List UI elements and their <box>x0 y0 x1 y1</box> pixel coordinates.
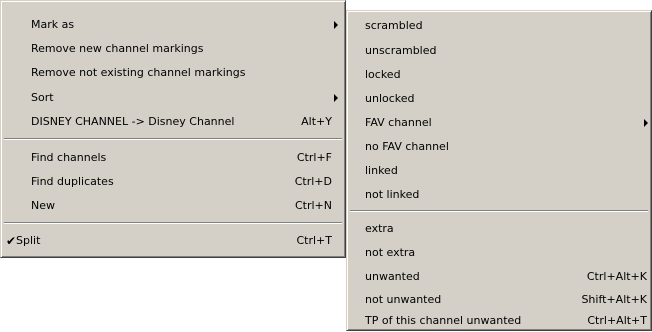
submenu-item-fav-channel[interactable]: FAV channel <box>350 112 648 134</box>
menu-item-label: unlocked <box>365 92 415 105</box>
menu-item-label: no FAV channel <box>365 140 449 153</box>
menu-item-label: scrambled <box>365 19 423 32</box>
submenu-item-extra[interactable]: extra <box>350 218 648 240</box>
checkmark-icon: ✔ <box>6 234 17 248</box>
menu-item-label: not linked <box>365 188 420 201</box>
menu-item-label: unscrambled <box>365 44 437 57</box>
menu-item-label: Find channels <box>31 151 107 164</box>
menu-item-shortcut: Ctrl+T <box>296 234 332 247</box>
menu-item-split[interactable]: ✔ Split Ctrl+T <box>4 230 342 252</box>
menu-item-find-duplicates[interactable]: Find duplicates Ctrl+D <box>4 171 342 193</box>
menu-item-find-channels[interactable]: Find channels Ctrl+F <box>4 147 342 169</box>
submenu-arrow-icon <box>334 94 338 102</box>
menu-separator <box>4 138 342 140</box>
menu-item-label: locked <box>365 68 401 81</box>
menu-item-label: not unwanted <box>365 293 442 306</box>
menu-item-label: not extra <box>365 246 416 259</box>
menu-item-shortcut: Ctrl+Alt+T <box>587 314 647 327</box>
menu-item-label: Remove not existing channel markings <box>31 66 246 79</box>
submenu-item-scrambled[interactable]: scrambled <box>350 15 648 37</box>
menu-item-label: TP of this channel unwanted <box>365 314 522 327</box>
menu-item-label: New <box>31 199 55 212</box>
submenu-item-no-fav-channel[interactable]: no FAV channel <box>350 136 648 158</box>
mark-as-submenu: scrambled unscrambled locked unlocked FA… <box>346 10 652 331</box>
menu-separator <box>350 210 648 212</box>
menu-item-shortcut: Ctrl+N <box>294 199 332 212</box>
menu-item-shortcut: Shift+Alt+K <box>581 293 647 306</box>
menu-item-mark-as[interactable]: Mark as <box>4 14 342 36</box>
menu-item-label: FAV channel <box>365 116 432 129</box>
menu-separator <box>4 222 342 224</box>
submenu-item-linked[interactable]: linked <box>350 160 648 182</box>
context-menu: Mark as Remove new channel markings Remo… <box>0 0 346 258</box>
submenu-item-unscrambled[interactable]: unscrambled <box>350 40 648 62</box>
menu-item-label: unwanted <box>365 270 420 283</box>
menu-item-rename-disney-channel[interactable]: DISNEY CHANNEL -> Disney Channel Alt+Y <box>4 111 342 133</box>
menu-item-label: DISNEY CHANNEL -> Disney Channel <box>31 115 235 128</box>
submenu-item-not-unwanted[interactable]: not unwanted Shift+Alt+K <box>350 289 648 311</box>
menu-item-shortcut: Ctrl+Alt+K <box>586 270 647 283</box>
menu-item-sort[interactable]: Sort <box>4 87 342 109</box>
menu-item-label: Mark as <box>31 18 75 31</box>
menu-item-label: Split <box>16 234 41 247</box>
menu-item-label: Remove new channel markings <box>31 42 204 55</box>
submenu-item-unlocked[interactable]: unlocked <box>350 88 648 110</box>
menu-item-shortcut: Ctrl+F <box>296 151 332 164</box>
menu-item-shortcut: Alt+Y <box>301 115 332 128</box>
submenu-item-locked[interactable]: locked <box>350 64 648 86</box>
menu-item-label: extra <box>365 222 394 235</box>
menu-item-label: Find duplicates <box>31 175 114 188</box>
menu-item-remove-not-existing-channel-markings[interactable]: Remove not existing channel markings <box>4 62 342 84</box>
submenu-arrow-icon <box>644 119 648 127</box>
menu-item-remove-new-channel-markings[interactable]: Remove new channel markings <box>4 38 342 60</box>
menu-item-shortcut: Ctrl+D <box>294 175 332 188</box>
menu-item-label: Sort <box>31 91 54 104</box>
submenu-arrow-icon <box>334 21 338 29</box>
menu-item-new[interactable]: New Ctrl+N <box>4 195 342 217</box>
submenu-item-tp-unwanted[interactable]: TP of this channel unwanted Ctrl+Alt+T <box>350 310 648 332</box>
submenu-item-not-extra[interactable]: not extra <box>350 242 648 264</box>
submenu-item-not-linked[interactable]: not linked <box>350 184 648 206</box>
submenu-item-unwanted[interactable]: unwanted Ctrl+Alt+K <box>350 266 648 288</box>
menu-item-label: linked <box>365 164 398 177</box>
